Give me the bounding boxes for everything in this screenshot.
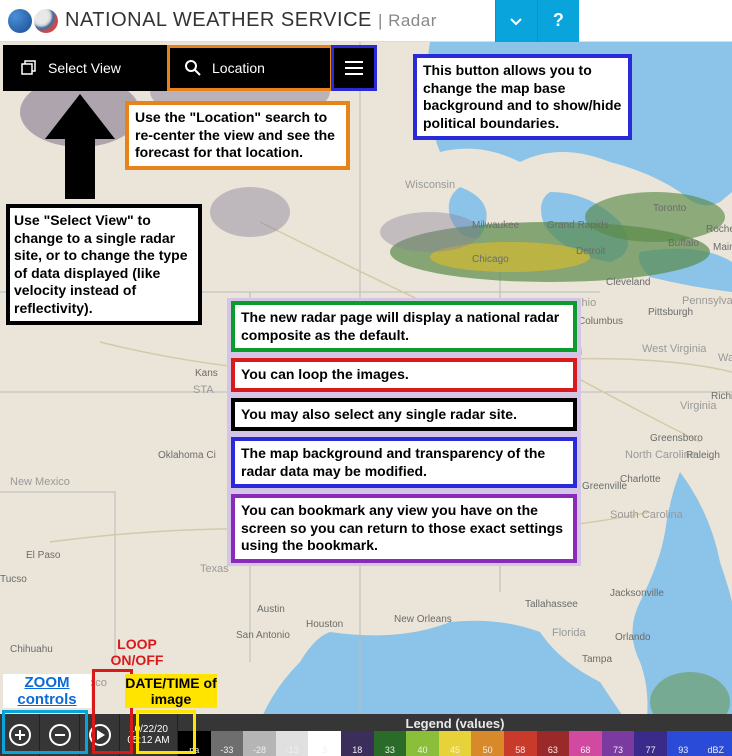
callout-select-view: Use "Select View" to change to a single … (6, 204, 202, 325)
dropdown-button[interactable] (495, 0, 537, 42)
city-label: New Orleans (394, 614, 452, 625)
loop-annotation: LOOP ON/OFF (97, 637, 177, 668)
state-label: STA (193, 384, 214, 396)
city-label: Greenville (582, 481, 627, 492)
hamburger-icon (345, 61, 363, 75)
datetime-highlight (136, 710, 196, 754)
zoom-annotation: ZOOM controls (3, 674, 91, 709)
legend-cell: 93 (667, 731, 700, 756)
legend-cell: 63 (537, 731, 570, 756)
state-label: New Mexico (10, 476, 70, 488)
legend-cell: 50 (471, 731, 504, 756)
legend-cell: -13 (276, 731, 309, 756)
city-label: Detroit (576, 246, 606, 257)
city-label: Tucso (0, 574, 27, 585)
legend-cell: 45 (439, 731, 472, 756)
feature-4: The map background and transparency of t… (231, 437, 577, 488)
logos (0, 1, 65, 41)
city-label: El Paso (26, 550, 61, 561)
feature-1: The new radar page will display a nation… (231, 301, 577, 352)
chevron-down-icon (508, 13, 524, 29)
city-label: Orlando (615, 632, 651, 643)
city-label: Cleveland (606, 277, 650, 288)
city-label: Pittsburgh (648, 307, 693, 318)
callout-hamburger: This button allows you to change the map… (413, 54, 632, 140)
state-label: Was (718, 352, 732, 364)
nws-logo-icon (34, 9, 58, 33)
legend-cell: 40 (406, 731, 439, 756)
location-label: Location (212, 60, 265, 76)
select-view-label: Select View (48, 60, 121, 76)
datetime-annotation: DATE/TIME of image (125, 674, 217, 708)
city-label: Milwaukee (472, 220, 520, 231)
state-label: Texas (200, 563, 229, 575)
location-button[interactable]: Location (170, 48, 330, 88)
city-label: Toronto (653, 203, 687, 214)
title-main: NATIONAL WEATHER SERVICE (65, 9, 372, 31)
legend-cell: 3 (308, 731, 341, 756)
legend-cell: -33 (211, 731, 244, 756)
state-label: North Carolina (625, 449, 697, 461)
legend: Legend (values) na-33-28-133183340455058… (178, 714, 732, 756)
feature-3: You may also select any single radar sit… (231, 398, 577, 432)
legend-cell: 73 (602, 731, 635, 756)
legend-cell: 58 (504, 731, 537, 756)
city-label: Grand Rapids (547, 220, 609, 231)
legend-cell: 18 (341, 731, 374, 756)
page-title: NATIONAL WEATHER SERVICE | Radar (65, 9, 437, 32)
state-label: Virginia (680, 400, 717, 412)
legend-cell: -28 (243, 731, 276, 756)
city-label: Tampa (582, 654, 612, 665)
feature-5: You can bookmark any view you have on th… (231, 494, 577, 563)
search-icon (184, 59, 202, 77)
noaa-logo-icon (8, 9, 32, 33)
city-label: Tallahassee (525, 599, 578, 610)
city-label: Houston (306, 619, 343, 630)
city-label: Chihuahu (10, 644, 53, 655)
city-label: Jacksonville (610, 588, 664, 599)
city-label: Maine (713, 242, 732, 253)
city-label: Chicago (472, 254, 509, 265)
callout-location: Use the "Location" search to re-center t… (125, 101, 350, 170)
select-view-button[interactable]: Select View (6, 48, 166, 88)
state-label: South Carolina (610, 509, 684, 521)
legend-title: Legend (values) (178, 714, 732, 731)
city-label: San Antonio (236, 630, 290, 641)
city-label: Columbus (578, 316, 623, 327)
legend-cell: 77 (634, 731, 667, 756)
feature-2: You can loop the images. (231, 358, 577, 392)
radar-map[interactable]: Milwaukee Grand Rapids Toronto Buffalo Chica… (0, 42, 732, 756)
city-label: Roche (706, 224, 732, 235)
legend-cell: dBZ (700, 731, 732, 756)
legend-cell: 68 (569, 731, 602, 756)
legend-scale: na-33-28-1331833404550586368737793dBZ (178, 731, 732, 756)
city-label: Oklahoma Ci (158, 450, 216, 461)
hamburger-button[interactable] (334, 48, 374, 88)
zoom-highlight (2, 710, 88, 754)
legend-cell: 33 (374, 731, 407, 756)
city-label: Greensboro (650, 433, 703, 444)
state-label: Pennsylvania (682, 295, 732, 307)
help-button[interactable]: ? (537, 0, 579, 42)
state-label: West Virginia (642, 343, 707, 355)
city-label: Kans (195, 368, 218, 379)
layers-icon (20, 59, 38, 77)
arrow-up-icon (40, 94, 120, 204)
title-sub: | Radar (378, 11, 437, 30)
city-label: Buffalo (668, 238, 699, 249)
city-label: Austin (257, 604, 285, 615)
state-label: Florida (552, 627, 587, 639)
state-label: Wisconsin (405, 179, 455, 191)
feature-block: The new radar page will display a nation… (227, 298, 581, 566)
